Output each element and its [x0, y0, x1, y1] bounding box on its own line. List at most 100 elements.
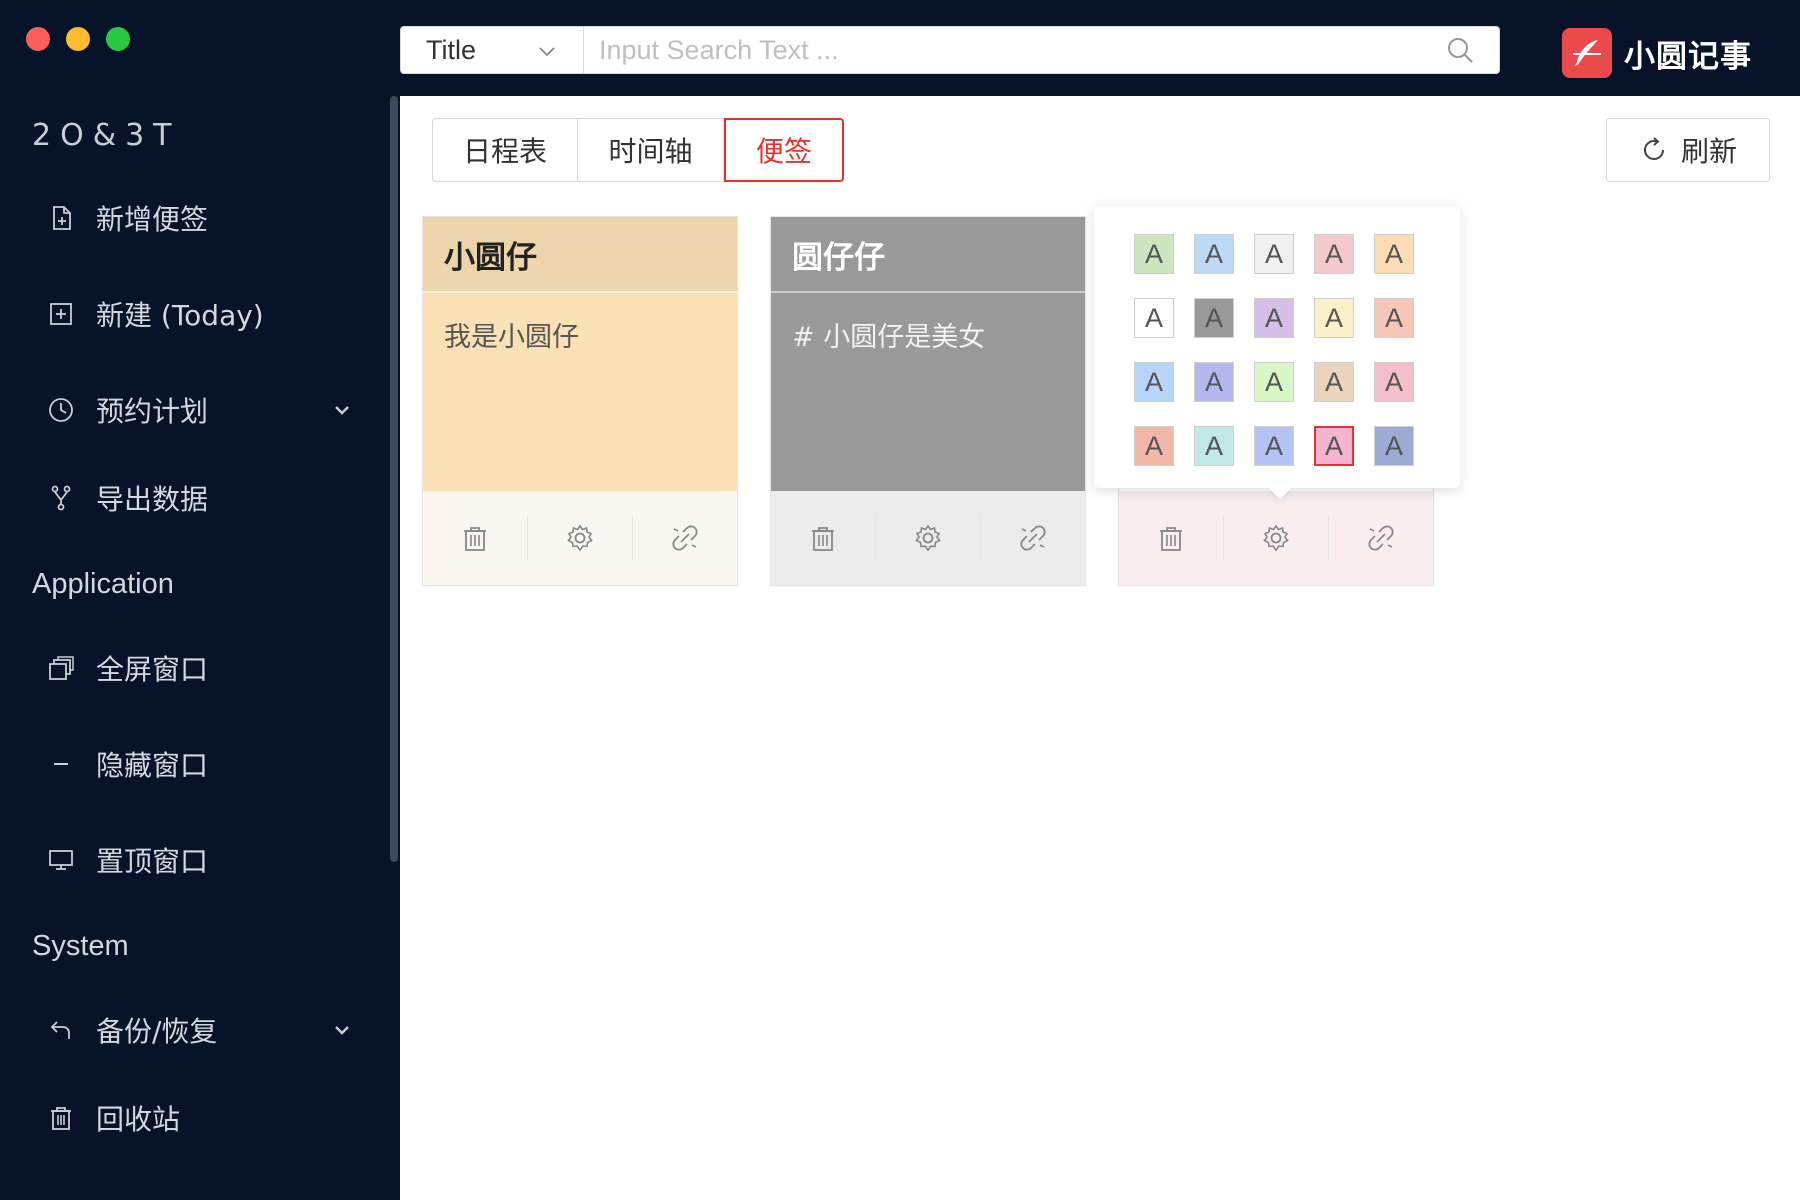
- settings-button[interactable]: [1223, 516, 1328, 560]
- color-swatch[interactable]: A: [1314, 426, 1354, 466]
- note-body: # 小圆仔是美女: [771, 291, 1085, 491]
- sidebar-item-label: 隐藏窗口: [96, 749, 209, 782]
- color-swatch[interactable]: A: [1134, 234, 1174, 274]
- note-body: 我是小圆仔: [423, 291, 737, 491]
- search-field-select[interactable]: Title: [401, 27, 584, 73]
- trash-icon: [464, 527, 486, 551]
- color-swatch[interactable]: A: [1134, 362, 1174, 402]
- feather-icon: [1562, 28, 1612, 78]
- note-card[interactable]: 小圆仔 我是小圆仔: [422, 216, 738, 586]
- delete-button[interactable]: [423, 516, 527, 560]
- delete-button[interactable]: [1119, 516, 1223, 560]
- color-swatch[interactable]: A: [1254, 298, 1294, 338]
- color-swatch[interactable]: A: [1134, 426, 1174, 466]
- file-add-icon: [46, 203, 76, 233]
- color-swatch[interactable]: A: [1374, 298, 1414, 338]
- fork-icon: [46, 483, 76, 513]
- trash-icon: [812, 527, 834, 551]
- sidebar-item-new-note[interactable]: 新增便签: [46, 198, 208, 238]
- disconnect-icon: [1020, 525, 1046, 551]
- color-swatch[interactable]: A: [1374, 426, 1414, 466]
- delete-button[interactable]: [771, 516, 875, 560]
- note-actions: [771, 491, 1085, 585]
- gear-icon: [1263, 524, 1289, 552]
- rollback-icon: [46, 1015, 76, 1045]
- view-tabs: 日程表 时间轴 便签: [432, 118, 844, 182]
- unlink-button[interactable]: [980, 516, 1085, 560]
- tab-notes[interactable]: 便签: [724, 118, 844, 182]
- color-swatch[interactable]: A: [1194, 362, 1234, 402]
- color-swatch[interactable]: A: [1134, 298, 1174, 338]
- color-swatch[interactable]: A: [1314, 234, 1354, 274]
- color-swatch[interactable]: A: [1374, 234, 1414, 274]
- note-actions: [423, 491, 737, 585]
- windows-icon: [46, 653, 76, 683]
- sidebar-item-fullscreen[interactable]: 全屏窗口: [46, 648, 208, 688]
- gear-icon: [915, 524, 941, 552]
- tab-schedule[interactable]: 日程表: [432, 118, 578, 182]
- desktop-icon: [46, 845, 76, 875]
- sidebar-item-label: 置顶窗口: [96, 845, 209, 878]
- chevron-down-icon[interactable]: [332, 400, 352, 420]
- minimize-window-button[interactable]: [66, 27, 90, 51]
- settings-button[interactable]: [527, 516, 632, 560]
- color-swatch[interactable]: A: [1314, 298, 1354, 338]
- sidebar-logo-text: 2O&3T: [32, 118, 181, 153]
- sidebar-item-export[interactable]: 导出数据: [46, 478, 208, 518]
- note-actions: [1119, 491, 1433, 585]
- disconnect-icon: [672, 525, 698, 551]
- titlebar: Title 小圆记事: [0, 0, 1800, 96]
- note-title: 圆仔仔: [771, 217, 1085, 291]
- sidebar-item-label: 预约计划: [96, 395, 209, 428]
- color-swatch[interactable]: A: [1254, 362, 1294, 402]
- search-field-select-value: Title: [426, 34, 477, 65]
- chevron-down-icon[interactable]: [332, 1020, 352, 1040]
- close-window-button[interactable]: [26, 27, 50, 51]
- brand-name: 小圆记事: [1624, 38, 1752, 75]
- disconnect-icon: [1368, 525, 1394, 551]
- note-card[interactable]: 圆仔仔 # 小圆仔是美女: [770, 216, 1086, 586]
- color-palette-popover: AAAAAAAAAAAAAAAAAAAA: [1094, 206, 1460, 488]
- gear-icon: [567, 524, 593, 552]
- clock-icon: [46, 395, 76, 425]
- sidebar-item-label: 新增便签: [96, 203, 209, 236]
- sidebar-scrollbar[interactable]: [390, 96, 398, 862]
- color-swatch[interactable]: A: [1254, 234, 1294, 274]
- color-swatch[interactable]: A: [1194, 426, 1234, 466]
- color-palette-grid: AAAAAAAAAAAAAAAAAAAA: [1134, 234, 1420, 466]
- minus-icon: [46, 749, 76, 779]
- sidebar-item-new-today[interactable]: 新建 (Today): [46, 294, 264, 334]
- sidebar-group-system: System: [32, 930, 129, 962]
- sidebar-item-label: 导出数据: [96, 483, 209, 516]
- unlink-button[interactable]: [1328, 516, 1433, 560]
- chevron-down-icon: [539, 47, 555, 57]
- zoom-window-button[interactable]: [106, 27, 130, 51]
- sidebar-item-schedule[interactable]: 预约计划: [46, 390, 208, 430]
- sidebar-item-label: 新建 (Today): [96, 299, 264, 332]
- sidebar-item-label: 备份/恢复: [96, 1015, 218, 1048]
- plus-square-icon: [46, 299, 76, 329]
- sidebar-item-trash[interactable]: 回收站: [46, 1098, 180, 1138]
- trash-icon: [1160, 527, 1182, 551]
- trash-icon: [46, 1103, 76, 1133]
- color-swatch[interactable]: A: [1194, 298, 1234, 338]
- sidebar-group-application: Application: [32, 568, 174, 600]
- reload-icon: [1643, 137, 1664, 160]
- search-input[interactable]: [584, 27, 1445, 73]
- sidebar-item-hide[interactable]: 隐藏窗口: [46, 744, 208, 784]
- tab-timeline[interactable]: 时间轴: [578, 118, 724, 182]
- settings-button[interactable]: [875, 516, 980, 560]
- search-bar: Title: [400, 26, 1500, 74]
- search-icon[interactable]: [1445, 35, 1475, 65]
- sidebar-item-pin-top[interactable]: 置顶窗口: [46, 840, 208, 880]
- main-content: 日程表 时间轴 便签 刷新 小圆仔 我是小圆仔 圆仔仔 # 小圆仔是美女 A A…: [400, 96, 1800, 1200]
- color-swatch[interactable]: A: [1254, 426, 1294, 466]
- sidebar-item-backup[interactable]: 备份/恢复: [46, 1010, 217, 1050]
- color-swatch[interactable]: A: [1374, 362, 1414, 402]
- sidebar-item-label: 回收站: [96, 1103, 181, 1136]
- sidebar-item-label: 全屏窗口: [96, 653, 209, 686]
- refresh-button[interactable]: 刷新: [1606, 118, 1770, 182]
- color-swatch[interactable]: A: [1314, 362, 1354, 402]
- color-swatch[interactable]: A: [1194, 234, 1234, 274]
- unlink-button[interactable]: [632, 516, 737, 560]
